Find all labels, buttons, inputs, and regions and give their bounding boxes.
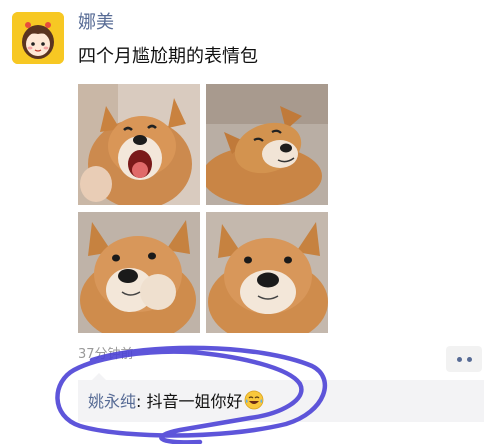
photo-grid: [78, 84, 330, 334]
comment[interactable]: 姚永纯: 抖音一姐你好: [88, 390, 264, 413]
more-button[interactable]: [446, 346, 482, 372]
cartoon-girl-avatar-icon: [12, 12, 64, 64]
comment-area: 姚永纯: 抖音一姐你好: [78, 373, 484, 422]
post-time: 37分钟前: [78, 347, 134, 362]
comment-separator: :: [136, 392, 147, 411]
shiba-laughing-photo[interactable]: [78, 84, 200, 205]
shiba-face-photo-1[interactable]: [78, 212, 200, 333]
shiba-face-photo-2[interactable]: [206, 212, 328, 333]
comment-text: 抖音一姐你好: [146, 392, 243, 411]
post-text: 四个月尴尬期的表情包: [78, 46, 258, 67]
avatar[interactable]: [12, 12, 64, 64]
shiba-lying-photo[interactable]: [206, 84, 328, 205]
comment-author[interactable]: 姚永纯: [88, 392, 136, 411]
laughing-tears-emoji-icon: [244, 390, 263, 410]
ellipsis-icon: [456, 356, 462, 362]
post-author[interactable]: 娜美: [78, 12, 114, 34]
ellipsis-icon-dot: [466, 356, 472, 362]
